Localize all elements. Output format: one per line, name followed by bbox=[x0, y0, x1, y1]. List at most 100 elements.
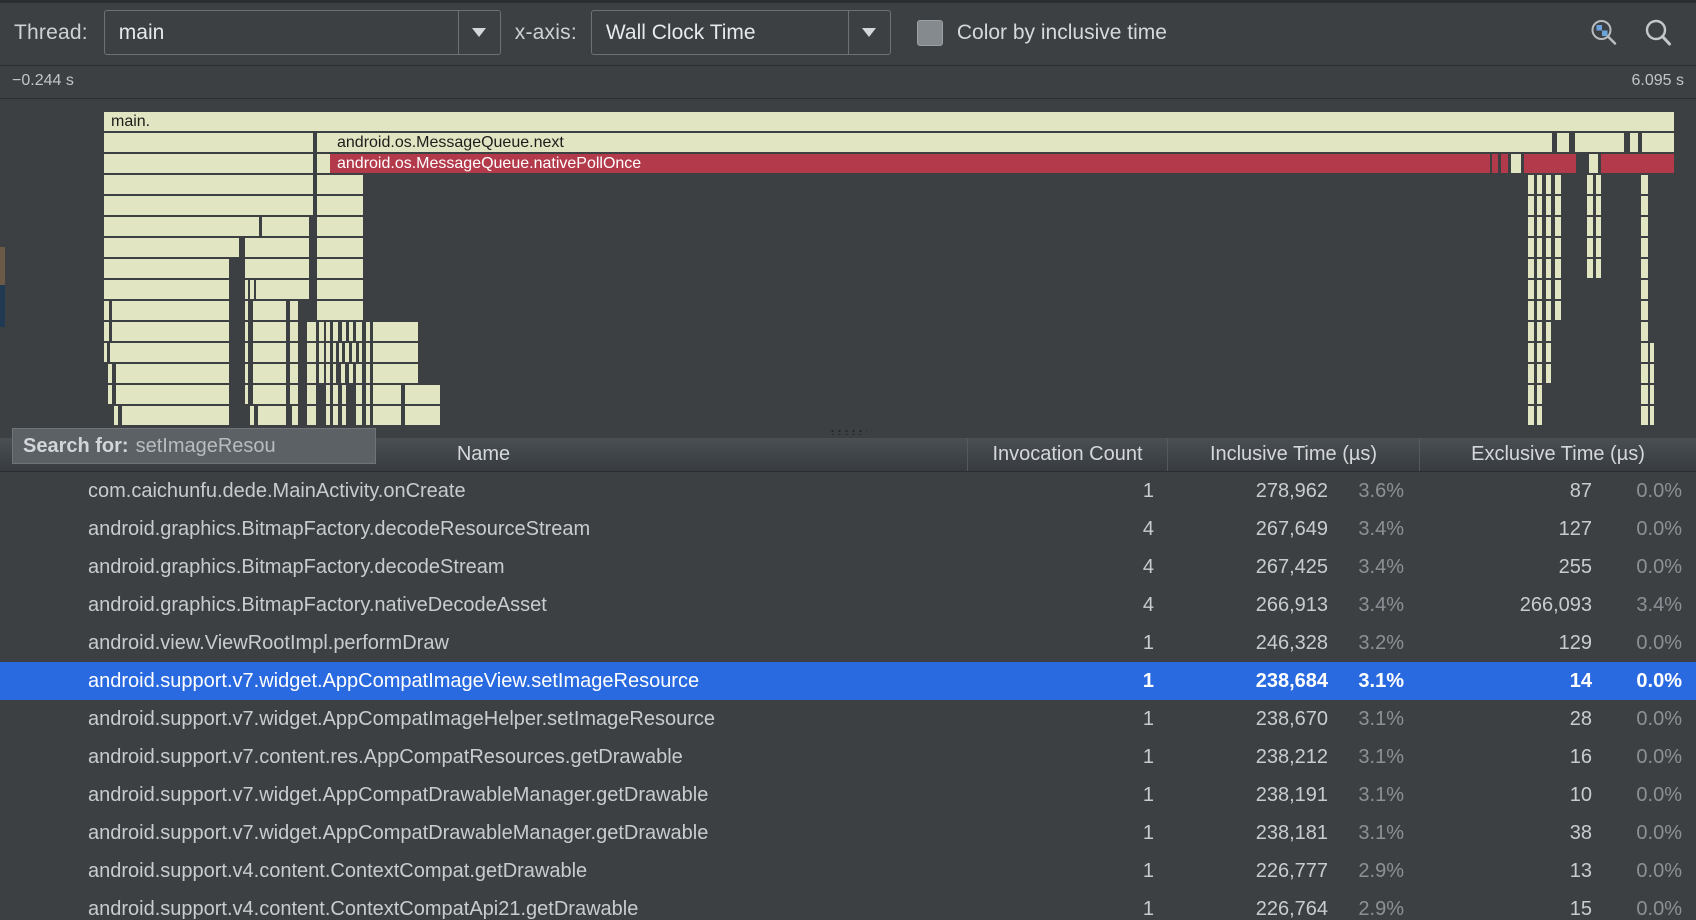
flame-frame-labeled[interactable]: android.os.MessageQueue.next bbox=[330, 133, 1552, 152]
flame-frame[interactable] bbox=[245, 364, 248, 383]
flame-frame[interactable] bbox=[333, 406, 338, 425]
flame-frame[interactable] bbox=[245, 238, 309, 257]
flame-frame[interactable] bbox=[405, 406, 440, 425]
flame-frame[interactable] bbox=[112, 322, 229, 341]
flame-frame[interactable] bbox=[1546, 259, 1551, 278]
table-row[interactable]: android.graphics.BitmapFactory.decodeStr… bbox=[0, 548, 1696, 586]
flame-frame[interactable] bbox=[1641, 364, 1648, 383]
flame-frame[interactable] bbox=[1537, 364, 1542, 383]
flame-frame[interactable] bbox=[1537, 217, 1542, 236]
table-row[interactable]: android.graphics.BitmapFactory.nativeDec… bbox=[0, 586, 1696, 624]
flame-frame[interactable] bbox=[333, 364, 336, 383]
flame-frame[interactable] bbox=[1537, 259, 1542, 278]
table-row[interactable]: android.support.v4.content.ContextCompat… bbox=[0, 852, 1696, 890]
flame-frame[interactable] bbox=[116, 385, 229, 404]
flame-frame[interactable] bbox=[1528, 238, 1534, 257]
flame-frame[interactable] bbox=[1596, 175, 1601, 194]
flame-frame[interactable] bbox=[1528, 322, 1534, 341]
flame-frame[interactable] bbox=[317, 238, 363, 257]
flame-frame[interactable] bbox=[1641, 175, 1648, 194]
flame-frame[interactable] bbox=[1650, 343, 1654, 362]
flame-frame[interactable] bbox=[1528, 175, 1534, 194]
flame-frame[interactable] bbox=[1555, 217, 1561, 236]
flame-frame[interactable] bbox=[1537, 406, 1542, 425]
flame-frame[interactable] bbox=[307, 343, 316, 362]
flame-frame[interactable] bbox=[1528, 406, 1534, 425]
flame-frame[interactable] bbox=[250, 406, 254, 425]
flame-frame[interactable] bbox=[1537, 175, 1542, 194]
flame-frame[interactable] bbox=[373, 385, 401, 404]
column-header-exclusive[interactable]: Exclusive Time (µs) bbox=[1420, 438, 1696, 471]
flame-frame[interactable] bbox=[1537, 238, 1542, 257]
flame-frame[interactable] bbox=[1546, 280, 1551, 299]
flame-frame[interactable] bbox=[317, 280, 363, 299]
flame-frame[interactable] bbox=[307, 406, 316, 425]
flame-frame[interactable] bbox=[1601, 154, 1674, 173]
flame-frame[interactable] bbox=[373, 364, 418, 383]
flame-frame[interactable] bbox=[326, 343, 330, 362]
chevron-down-icon[interactable] bbox=[847, 11, 890, 54]
flame-frame[interactable] bbox=[116, 364, 229, 383]
flame-frame[interactable] bbox=[319, 322, 324, 341]
flame-frame[interactable] bbox=[366, 406, 370, 425]
table-row[interactable]: android.support.v7.content.res.AppCompat… bbox=[0, 738, 1696, 776]
flame-frame[interactable] bbox=[245, 343, 248, 362]
column-header-invocation[interactable]: Invocation Count bbox=[968, 438, 1168, 471]
flame-frame-labeled[interactable]: android.os.MessageQueue.nativePollOnce bbox=[330, 154, 1490, 173]
column-header-inclusive[interactable]: Inclusive Time (µs) bbox=[1168, 438, 1420, 471]
flame-frame[interactable] bbox=[319, 343, 324, 362]
xaxis-select[interactable]: Wall Clock Time bbox=[590, 10, 891, 55]
flame-frame[interactable] bbox=[1587, 259, 1593, 278]
flame-frame[interactable] bbox=[1501, 154, 1508, 173]
flame-frame[interactable] bbox=[1546, 217, 1551, 236]
flame-frame[interactable] bbox=[262, 217, 309, 236]
flame-frame[interactable] bbox=[366, 322, 370, 341]
flame-frame[interactable] bbox=[326, 364, 330, 383]
flame-frame[interactable] bbox=[373, 322, 418, 341]
flame-frame[interactable] bbox=[1641, 343, 1648, 362]
flame-frame[interactable] bbox=[104, 343, 107, 362]
flame-frame[interactable] bbox=[1528, 217, 1534, 236]
flame-frame[interactable] bbox=[307, 385, 316, 404]
flame-frame[interactable] bbox=[1587, 175, 1593, 194]
flame-frame[interactable] bbox=[114, 406, 118, 425]
flame-frame[interactable] bbox=[1546, 364, 1551, 383]
flame-frame[interactable] bbox=[253, 385, 286, 404]
color-by-inclusive-time-checkbox[interactable]: Color by inclusive time bbox=[916, 19, 1167, 46]
flame-frame[interactable] bbox=[319, 364, 324, 383]
flame-frame[interactable] bbox=[342, 406, 346, 425]
flame-frame[interactable] bbox=[317, 301, 363, 320]
flame-frame[interactable] bbox=[1641, 238, 1648, 257]
flame-frame[interactable] bbox=[1557, 133, 1569, 152]
flame-frame[interactable] bbox=[258, 406, 286, 425]
flame-frame[interactable] bbox=[292, 406, 298, 425]
flame-chart[interactable]: main. android.os.MessageQueue.next android… bbox=[0, 99, 1696, 425]
flame-frame[interactable] bbox=[1537, 343, 1542, 362]
flame-frame[interactable] bbox=[1528, 385, 1534, 404]
flame-frame[interactable] bbox=[1555, 301, 1561, 320]
table-row[interactable]: android.support.v7.widget.AppCompatImage… bbox=[0, 662, 1696, 700]
flame-frame[interactable] bbox=[356, 406, 362, 425]
flame-frame[interactable] bbox=[1528, 301, 1534, 320]
table-row[interactable]: android.support.v7.widget.AppCompatImage… bbox=[0, 700, 1696, 738]
flame-frame[interactable] bbox=[373, 343, 418, 362]
flame-frame[interactable] bbox=[245, 322, 248, 341]
flame-frame[interactable] bbox=[253, 322, 286, 341]
flame-frame[interactable] bbox=[349, 322, 353, 341]
flame-frame[interactable] bbox=[1528, 280, 1534, 299]
flame-frame[interactable] bbox=[110, 343, 229, 362]
table-row[interactable]: android.support.v7.widget.AppCompatDrawa… bbox=[0, 776, 1696, 814]
flame-frame[interactable] bbox=[290, 343, 298, 362]
flame-frame[interactable] bbox=[104, 154, 313, 173]
table-row[interactable]: android.graphics.BitmapFactory.decodeRes… bbox=[0, 510, 1696, 548]
flame-frame[interactable] bbox=[104, 217, 259, 236]
flame-frame[interactable] bbox=[333, 343, 336, 362]
flame-frame[interactable] bbox=[326, 406, 330, 425]
flame-frame[interactable] bbox=[1587, 196, 1593, 215]
table-body[interactable]: com.caichunfu.dede.MainActivity.onCreate… bbox=[0, 472, 1696, 920]
flame-frame[interactable] bbox=[333, 322, 338, 341]
flame-frame[interactable] bbox=[1528, 343, 1534, 362]
flame-frame[interactable] bbox=[290, 364, 298, 383]
flame-frame[interactable] bbox=[256, 280, 309, 299]
flame-frame[interactable] bbox=[104, 175, 313, 194]
